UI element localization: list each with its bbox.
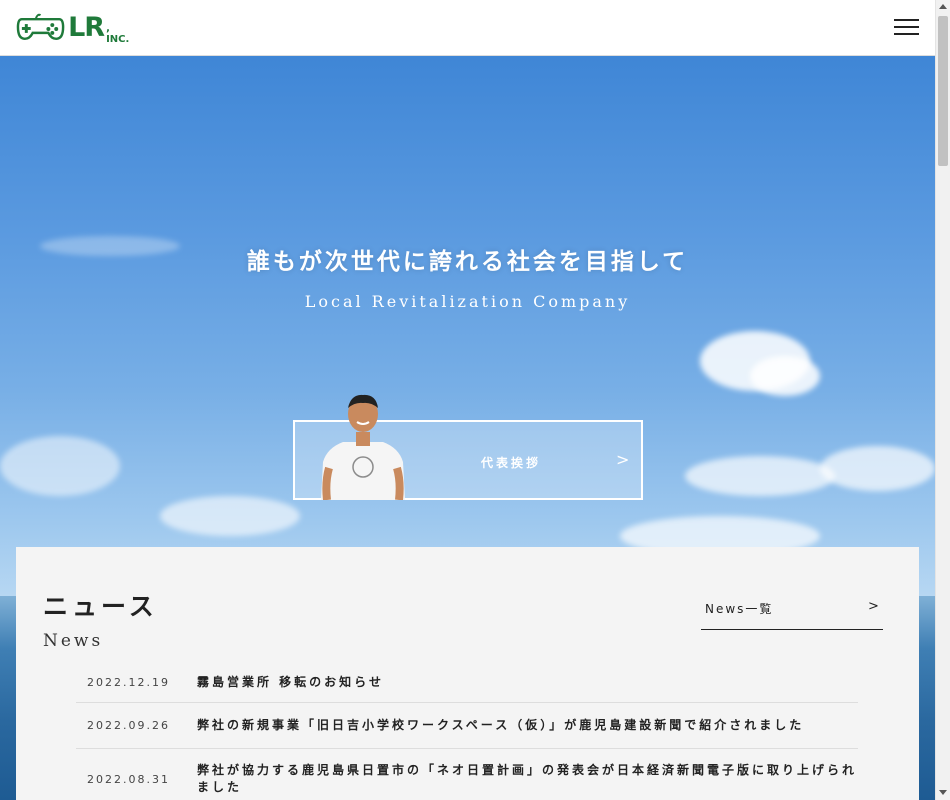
news-headline: 霧島営業所 移転のお知らせ [197,674,384,689]
cloud [820,446,935,491]
controller-logo-icon [16,13,65,41]
news-list: 2022.12.19 霧島営業所 移転のお知らせ 2022.09.26 弊社の新… [76,662,858,800]
logo[interactable]: LR , INC. [16,12,136,45]
cloud [685,456,835,496]
site-header: LR , INC. [0,0,935,56]
chevron-right-icon: > [868,599,879,614]
page-scrollbar[interactable] [935,0,950,800]
menu-icon[interactable] [894,18,919,36]
news-item[interactable]: 2022.08.31 弊社が協力する鹿児島県日置市の「ネオ日置計画」の発表会が日… [76,749,858,800]
news-subheading: News [43,631,104,651]
cloud [0,436,120,496]
cloud [160,496,300,536]
scrollbar-thumb[interactable] [938,16,948,166]
news-headline: 弊社の新規事業「旧日吉小学校ワークスペース（仮）」が鹿児島建設新聞で紹介されまし… [197,718,805,732]
hero-title: 誰もが次世代に誇れる社会を目指して [246,249,689,275]
news-date: 2022.12.19 [87,675,170,689]
news-list-link[interactable]: News一覧 > [701,591,883,630]
chevron-right-icon: > [616,450,630,469]
logo-suffix: , INC. [106,23,130,45]
news-date: 2022.08.31 [87,772,170,786]
cloud [750,356,820,396]
ceo-photo [321,394,405,500]
news-item[interactable]: 2022.12.19 霧島営業所 移転のお知らせ [76,662,858,703]
ceo-message-label: 代表挨拶 [481,456,542,470]
news-heading: ニュース [43,592,158,621]
news-section: ニュース News News一覧 > 2022.12.19 霧島営業所 移転のお… [16,547,919,800]
scroll-down-icon[interactable] [939,790,947,795]
news-date: 2022.09.26 [87,719,170,732]
news-headline: 弊社が協力する鹿児島県日置市の「ネオ日置計画」の発表会が日本経済新聞電子版に取り… [197,763,858,794]
scroll-up-icon[interactable] [939,4,947,9]
news-list-label: News一覧 [705,602,774,616]
hero-subtitle: Local Revitalization Company [304,292,631,311]
logo-text: LR [68,12,105,43]
ceo-message-button[interactable]: 代表挨拶 > [293,394,643,500]
news-item[interactable]: 2022.09.26 弊社の新規事業「旧日吉小学校ワークスペース（仮）」が鹿児島… [76,703,858,749]
